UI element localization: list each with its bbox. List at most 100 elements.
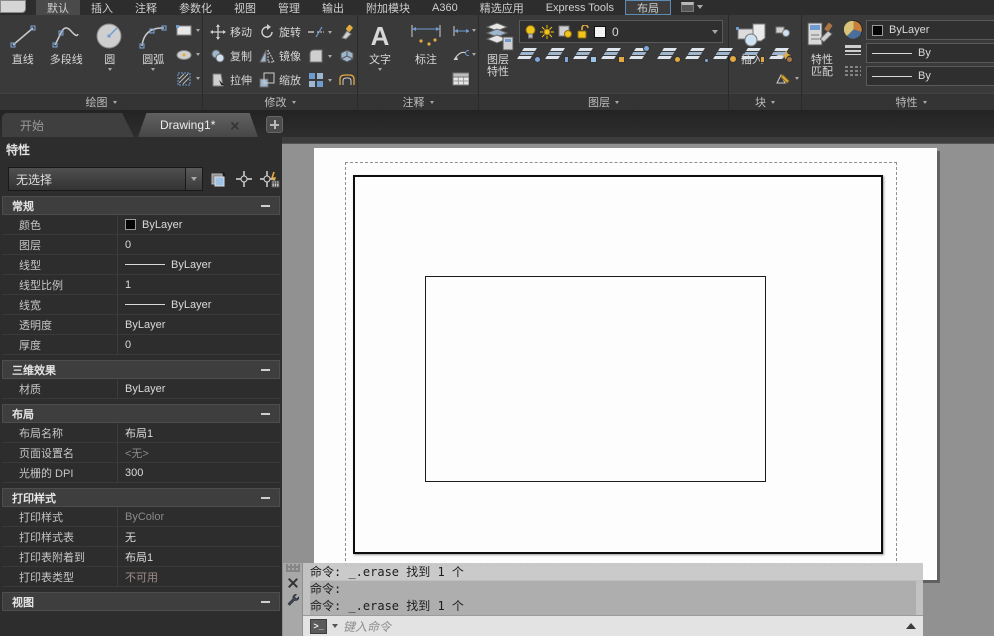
prop-row-layout-name[interactable]: 布局名称 布局1 bbox=[2, 423, 280, 443]
block-editor-button[interactable] bbox=[775, 68, 799, 89]
chevron-down-icon[interactable] bbox=[697, 5, 703, 9]
layer-match-icon[interactable] bbox=[773, 47, 792, 62]
toggle-pickadd-button[interactable] bbox=[210, 168, 228, 190]
layer-properties-button[interactable]: 图层 特性 bbox=[481, 16, 515, 92]
command-input-row[interactable]: >_ 键入命令 bbox=[303, 615, 923, 636]
close-icon[interactable] bbox=[230, 121, 239, 130]
lineweight-dropdown[interactable]: By bbox=[866, 43, 994, 63]
scale-button[interactable]: 缩放 bbox=[258, 68, 301, 92]
fillet-button[interactable] bbox=[307, 44, 332, 68]
layer-thaw-all-icon[interactable] bbox=[689, 47, 708, 62]
prop-row-plot-style[interactable]: 打印样式 ByColor bbox=[2, 507, 280, 527]
ribbon-tab-home[interactable]: 默认 bbox=[36, 0, 80, 15]
quick-access-button-fragment[interactable] bbox=[0, 0, 26, 13]
linetype-dropdown[interactable]: By bbox=[866, 66, 994, 86]
collapse-icon[interactable] bbox=[261, 413, 270, 415]
drawing-canvas[interactable] bbox=[282, 137, 994, 636]
ribbon-tab-layout[interactable]: 布局 bbox=[625, 0, 671, 15]
hatch-button[interactable] bbox=[176, 68, 200, 89]
prop-row-lineweight[interactable]: 线宽 ByLayer bbox=[2, 295, 280, 315]
command-line-window[interactable]: 命令: _.erase 找到 1 个 命令: 命令: _.erase 找到 1 … bbox=[283, 563, 923, 636]
prop-row-linetype-scale[interactable]: 线型比例 1 bbox=[2, 275, 280, 295]
move-button[interactable]: 移动 bbox=[209, 20, 252, 44]
leader-button[interactable] bbox=[452, 44, 476, 65]
trim-button[interactable] bbox=[307, 20, 332, 44]
new-drawing-button[interactable] bbox=[266, 116, 283, 133]
section-general[interactable]: 常规 bbox=[2, 196, 280, 215]
collapse-icon[interactable] bbox=[261, 497, 270, 499]
prop-row-material[interactable]: 材质 ByLayer bbox=[2, 379, 280, 399]
ribbon-tab-output[interactable]: 输出 bbox=[311, 0, 355, 15]
table-button[interactable] bbox=[452, 68, 476, 89]
grip-handle-icon[interactable] bbox=[286, 564, 300, 572]
panel-label-modify[interactable]: 修改 bbox=[203, 93, 357, 110]
erase-button[interactable] bbox=[338, 20, 355, 44]
stretch-button[interactable]: 拉伸 bbox=[209, 68, 252, 92]
match-properties-button[interactable]: 特性 匹配 bbox=[804, 16, 840, 92]
file-tab-drawing1[interactable]: Drawing1* bbox=[138, 113, 258, 137]
select-objects-button[interactable] bbox=[235, 168, 253, 190]
dimension-button[interactable]: 标注 bbox=[404, 16, 448, 92]
linear-dimension-button[interactable] bbox=[452, 20, 476, 41]
expand-history-icon[interactable] bbox=[906, 623, 916, 629]
workspace-icon[interactable] bbox=[681, 2, 694, 12]
panel-label-block[interactable]: 块 bbox=[729, 93, 801, 110]
layer-unlock-all-icon[interactable] bbox=[745, 47, 764, 62]
panel-label-draw[interactable]: 绘图 bbox=[0, 93, 202, 110]
polyline-button[interactable]: 多段线 bbox=[46, 16, 88, 92]
explode-button[interactable] bbox=[338, 44, 355, 68]
ribbon-tab-annotate[interactable]: 注释 bbox=[124, 0, 168, 15]
ribbon-tab-view[interactable]: 视图 bbox=[223, 0, 267, 15]
ribbon-tab-parametric[interactable]: 参数化 bbox=[168, 0, 223, 15]
mirror-button[interactable]: 镜像 bbox=[258, 44, 301, 68]
quick-select-button[interactable] bbox=[260, 168, 280, 190]
offset-button[interactable] bbox=[338, 68, 355, 92]
object-color-dropdown[interactable]: ByLayer bbox=[866, 20, 994, 40]
prop-row-transparency[interactable]: 透明度 ByLayer bbox=[2, 315, 280, 335]
ribbon-tab-featured-apps[interactable]: 精选应用 bbox=[469, 0, 535, 15]
layer-dropdown[interactable]: 0 bbox=[519, 20, 723, 43]
prop-row-plot-table-attached[interactable]: 打印表附着到 布局1 bbox=[2, 547, 280, 567]
section-plot-style[interactable]: 打印样式 bbox=[2, 488, 280, 507]
section-view[interactable]: 视图 bbox=[2, 592, 280, 611]
color-wheel-icon[interactable] bbox=[843, 20, 863, 38]
collapse-icon[interactable] bbox=[261, 369, 270, 371]
layer-lock-icon[interactable] bbox=[605, 47, 624, 62]
layer-off-icon[interactable] bbox=[577, 47, 596, 62]
close-icon[interactable] bbox=[287, 577, 298, 588]
file-tab-start[interactable]: 开始 bbox=[2, 113, 134, 137]
rectangle-button[interactable] bbox=[176, 20, 200, 41]
circle-button[interactable]: 圆 bbox=[89, 16, 131, 92]
line-button[interactable]: 直线 bbox=[2, 16, 44, 92]
lineweight-icon[interactable] bbox=[843, 42, 863, 59]
copy-button[interactable]: 复制 bbox=[209, 44, 252, 68]
ribbon-tab-manage[interactable]: 管理 bbox=[267, 0, 311, 15]
chevron-down-icon[interactable] bbox=[332, 624, 338, 628]
text-button[interactable]: A 文字 bbox=[360, 16, 400, 92]
ribbon-tab-express-tools[interactable]: Express Tools bbox=[535, 0, 625, 15]
prop-row-plot-style-table[interactable]: 打印样式表 无 bbox=[2, 527, 280, 547]
ribbon-tab-addins[interactable]: 附加模块 bbox=[355, 0, 421, 15]
layer-on-all-icon[interactable] bbox=[717, 47, 736, 62]
panel-label-annotate[interactable]: 注释 bbox=[358, 93, 478, 110]
command-window-titlebar[interactable] bbox=[283, 563, 303, 636]
linetype-icon[interactable] bbox=[843, 63, 863, 80]
ribbon-tab-a360[interactable]: A360 bbox=[421, 0, 469, 15]
prop-row-color[interactable]: 颜色 ByLayer bbox=[2, 215, 280, 235]
command-history[interactable]: 命令: _.erase 找到 1 个 命令: 命令: _.erase 找到 1 … bbox=[303, 563, 923, 615]
section-layout[interactable]: 布局 bbox=[2, 404, 280, 423]
arc-button[interactable]: 圆弧 bbox=[133, 16, 175, 92]
layer-make-current-icon[interactable] bbox=[633, 47, 652, 62]
chevron-down-icon[interactable] bbox=[186, 167, 203, 191]
layer-freeze-icon[interactable] bbox=[549, 47, 568, 62]
layer-isolate-icon[interactable] bbox=[521, 47, 540, 62]
prop-row-plot-table-type[interactable]: 打印表类型 不可用 bbox=[2, 567, 280, 587]
prop-row-page-setup[interactable]: 页面设置名 <无> bbox=[2, 443, 280, 463]
prop-row-thickness[interactable]: 厚度 0 bbox=[2, 335, 280, 355]
rotate-button[interactable]: 旋转 bbox=[258, 20, 301, 44]
layer-unisolate-icon[interactable] bbox=[661, 47, 680, 62]
command-input[interactable]: 键入命令 bbox=[343, 618, 901, 635]
prop-row-layer[interactable]: 图层 0 bbox=[2, 235, 280, 255]
prop-row-raster-dpi[interactable]: 光栅的 DPI 300 bbox=[2, 463, 280, 483]
selection-dropdown[interactable]: 无选择 bbox=[8, 167, 203, 191]
